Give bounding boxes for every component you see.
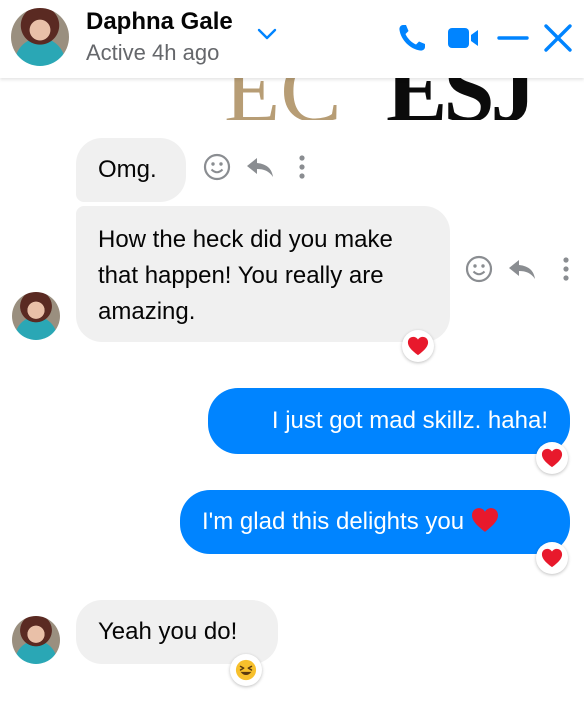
contact-status: Active 4h ago [86,40,220,65]
heart-icon [541,448,563,468]
chat-header: Daphna Gale Active 4h ago [0,0,584,78]
contact-name[interactable]: Daphna Gale [86,8,233,36]
chevron-down-icon[interactable] [256,26,278,42]
more-icon[interactable] [558,254,574,284]
heart-reaction[interactable] [536,542,568,574]
message-actions [202,152,322,188]
reply-icon[interactable] [506,254,538,284]
phone-icon [399,25,425,51]
smiley-icon[interactable] [202,152,232,182]
outgoing-message[interactable]: I'm glad this delights you [180,490,570,554]
smiley-icon[interactable] [464,254,494,284]
minimize-button[interactable] [494,18,534,58]
minimize-icon [497,36,529,40]
avatar[interactable] [12,616,60,664]
heart-icon [541,548,563,568]
phone-call-button[interactable] [392,18,432,58]
more-icon[interactable] [294,152,310,182]
video-camera-icon [448,28,478,48]
reply-icon[interactable] [244,152,276,182]
avatar[interactable] [12,292,60,340]
message-actions [464,254,584,290]
avatar[interactable] [11,8,69,66]
heart-reaction[interactable] [402,330,434,362]
incoming-message[interactable]: How the heck did you make that happen! Y… [76,206,450,342]
laughing-reaction[interactable] [230,654,262,686]
message-text: I'm glad this delights you [202,508,465,535]
close-icon [544,24,572,52]
incoming-message[interactable]: Omg. [76,138,186,202]
heart-icon [407,336,429,356]
heart-emoji-icon [472,508,499,532]
heart-reaction[interactable] [536,442,568,474]
video-call-button[interactable] [444,18,484,58]
laughing-face-icon [235,659,257,681]
outgoing-message[interactable]: I just got mad skillz. haha! [208,388,570,454]
close-button[interactable] [538,18,578,58]
